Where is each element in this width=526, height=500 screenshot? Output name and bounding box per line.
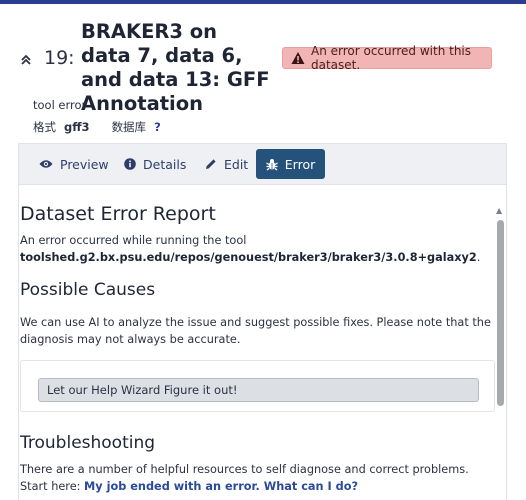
scroll-up-icon[interactable]: ▲ xyxy=(496,206,502,215)
info-icon xyxy=(124,158,136,170)
wizard-panel: Let our Help Wizard Figure it out! xyxy=(20,360,495,412)
report-intro: An error occurred while running the tool… xyxy=(20,234,481,264)
tab-edit[interactable]: Edit xyxy=(205,149,253,179)
error-report-panel: Dataset Error Report An error occurred w… xyxy=(18,185,507,500)
bug-icon xyxy=(265,158,278,171)
scrollbar-thumb[interactable] xyxy=(497,220,504,406)
database-label: 数据库 xyxy=(111,120,147,134)
tab-preview[interactable]: Preview xyxy=(39,149,109,179)
format-value: gff3 xyxy=(64,120,90,134)
tab-edit-label: Edit xyxy=(224,156,249,172)
dataset-state: tool error xyxy=(33,98,87,112)
dataset-tabs: Preview Details Edit Error xyxy=(18,143,507,185)
troubleshooting-title: Troubleshooting xyxy=(20,433,156,453)
warning-icon xyxy=(291,51,305,65)
tab-details[interactable]: Details xyxy=(124,149,192,179)
tab-details-label: Details xyxy=(143,156,187,172)
error-badge-text: An error occurred with this dataset. xyxy=(311,44,472,72)
collapse-icon[interactable] xyxy=(21,54,31,69)
format-label: 格式 xyxy=(33,120,56,134)
tab-error-label: Error xyxy=(284,156,316,172)
start-here-label: Start here: xyxy=(20,480,81,493)
tab-preview-label: Preview xyxy=(60,156,109,172)
dataset-title: BRAKER3 on data 7, data 6, and data 13: … xyxy=(81,20,270,115)
report-intro-text: An error occurred while running the tool xyxy=(20,234,247,247)
troubleshooting-intro: There are a number of helpful resources … xyxy=(20,463,469,476)
help-wizard-button[interactable]: Let our Help Wizard Figure it out! xyxy=(38,378,479,402)
error-badge: An error occurred with this dataset. xyxy=(282,44,492,72)
tool-id: toolshed.g2.bx.psu.edu/repos/genouest/br… xyxy=(20,251,477,264)
troubleshooting-text: There are a number of helpful resources … xyxy=(20,461,494,495)
tab-error[interactable]: Error xyxy=(256,149,325,179)
causes-text: We can use AI to analyze the issue and s… xyxy=(20,316,491,346)
eye-icon xyxy=(39,160,53,168)
report-title: Dataset Error Report xyxy=(20,203,216,225)
database-value[interactable]: ? xyxy=(154,120,161,134)
pencil-icon xyxy=(206,159,216,169)
dataset-meta: 格式 gff3 数据库? xyxy=(33,119,161,135)
job-error-help-link[interactable]: My job ended with an error. What can I d… xyxy=(84,480,358,493)
causes-title: Possible Causes xyxy=(20,280,156,300)
dataset-hid: 19: xyxy=(44,47,75,69)
